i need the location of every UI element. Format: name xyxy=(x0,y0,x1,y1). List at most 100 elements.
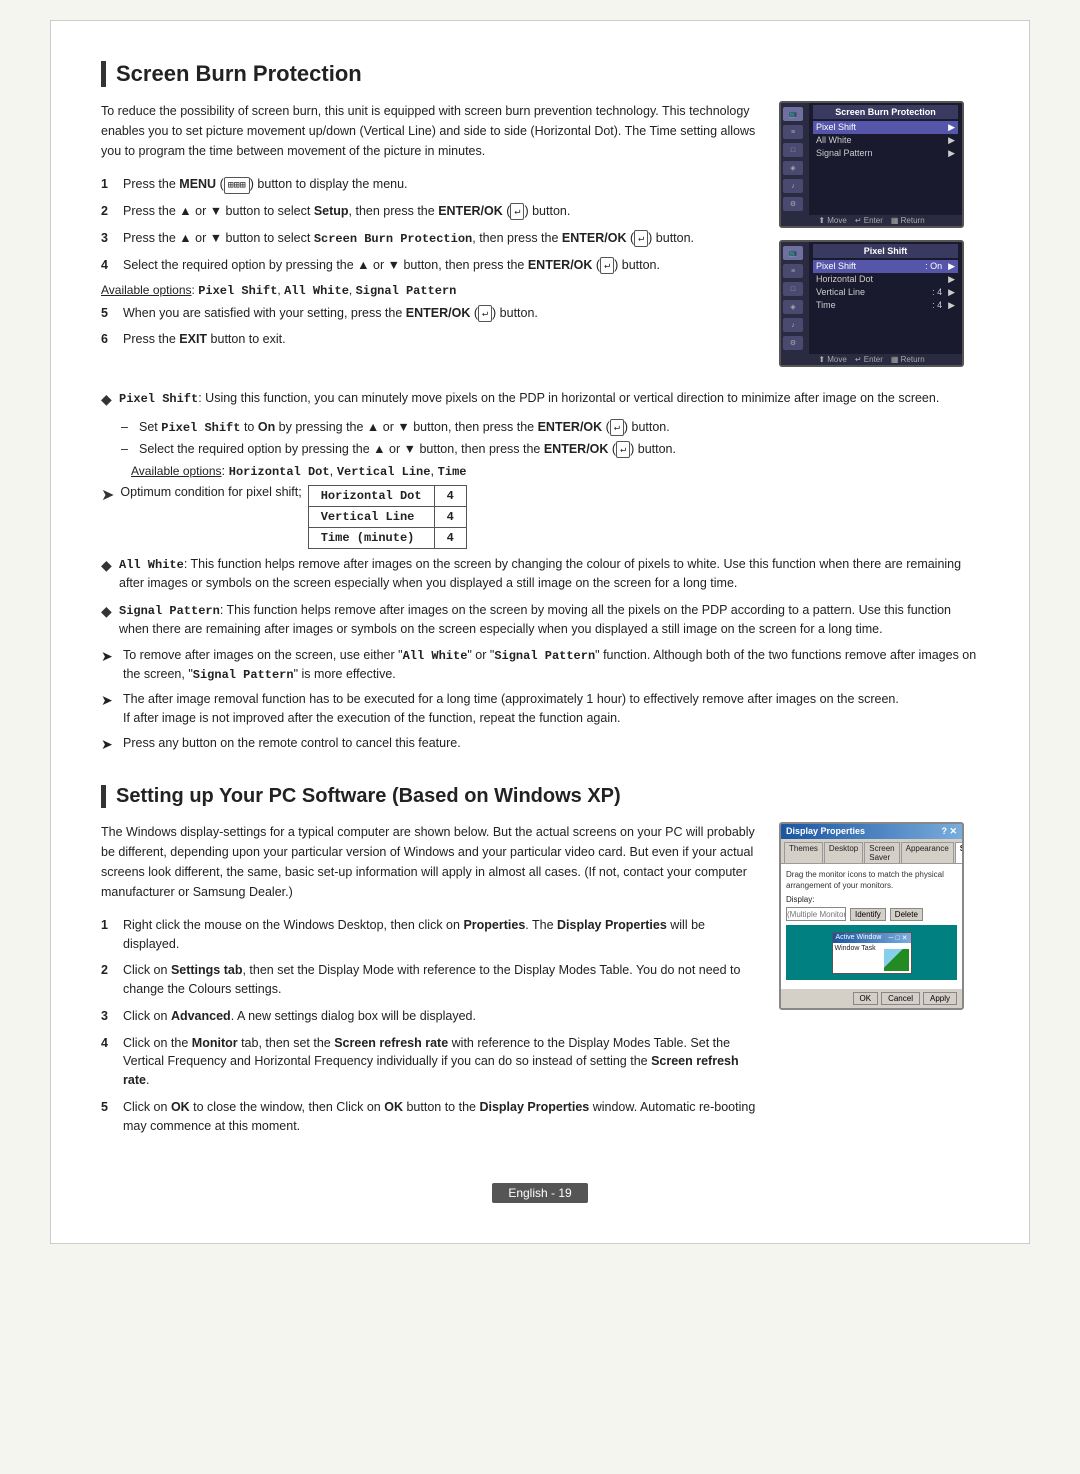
pc-steps-list: 1 Right click the mouse on the Windows D… xyxy=(101,916,759,1136)
tv-content-1: Screen Burn Protection Pixel Shift▶ All … xyxy=(809,103,962,215)
tv-icon-1: 📺 xyxy=(783,107,803,121)
dp-tabs: Themes Desktop Screen Saver Appearance S… xyxy=(781,839,962,864)
dp-apply-btn[interactable]: Apply xyxy=(923,992,957,1005)
tv-icon-2-3: □ xyxy=(783,282,803,296)
tv-icon-2-4: ◈ xyxy=(783,300,803,314)
table-cell-hd-label: Horizontal Dot xyxy=(308,485,434,506)
dp-preview: Active Window ─ □ ✕ Window Task xyxy=(786,925,957,980)
sub-bullet-1: – Set Pixel Shift to On by pressing the … xyxy=(121,418,979,437)
steps-list-2: 5 When you are satisfied with your setti… xyxy=(101,304,759,350)
table-cell-time-val: 4 xyxy=(434,527,466,548)
tv-item-signal-pattern: Signal Pattern▶ xyxy=(813,147,958,160)
step-1: 1 Press the MENU (⊞⊞⊞) button to display… xyxy=(101,175,759,194)
pc-right: Display Properties ? ✕ Themes Desktop Sc… xyxy=(779,822,979,1144)
avail-options-1: Available options: Pixel Shift, All Whit… xyxy=(101,283,759,298)
tv-icon-6: ⚙ xyxy=(783,197,803,211)
tv-icon-3: □ xyxy=(783,143,803,157)
dp-tab-themes[interactable]: Themes xyxy=(784,842,823,863)
dp-win-body: Window Task xyxy=(833,943,911,973)
dp-tab-desktop[interactable]: Desktop xyxy=(824,842,863,863)
section-screen-burn: Screen Burn Protection To reduce the pos… xyxy=(101,61,979,755)
tv-icon-2-1: 📺 xyxy=(783,246,803,260)
pc-step-1: 1 Right click the mouse on the Windows D… xyxy=(101,916,759,954)
pc-left: The Windows display-settings for a typic… xyxy=(101,822,759,1144)
table-cell-time-label: Time (minute) xyxy=(308,527,434,548)
page: Screen Burn Protection To reduce the pos… xyxy=(50,20,1030,1244)
section2-intro: The Windows display-settings for a typic… xyxy=(101,822,759,902)
tv-item-vl: Vertical Line: 4▶ xyxy=(813,286,958,299)
tv-sidebar-2: 📺 ≡ □ ◈ ♪ ⚙ xyxy=(781,242,809,354)
steps-list: 1 Press the MENU (⊞⊞⊞) button to display… xyxy=(101,175,759,275)
tv-item-ps: Pixel Shift: On▶ xyxy=(813,260,958,273)
step-6: 6 Press the EXIT button to exit. xyxy=(101,330,759,349)
dp-window-controls: ? ✕ xyxy=(941,826,957,837)
table-cell-vl-val: 4 xyxy=(434,506,466,527)
display-properties-window: Display Properties ? ✕ Themes Desktop Sc… xyxy=(779,822,964,1010)
tv-icon-2-2: ≡ xyxy=(783,264,803,278)
tv-icon-4: ◈ xyxy=(783,161,803,175)
section2-title: Setting up Your PC Software (Based on Wi… xyxy=(101,785,979,808)
dp-body-text: Drag the monitor icons to match the phys… xyxy=(786,869,957,891)
note-1: ➤ To remove after images on the screen, … xyxy=(101,646,979,684)
pc-step-3: 3 Click on Advanced. A new settings dial… xyxy=(101,1007,759,1026)
dp-active-window: Active Window ─ □ ✕ Window Task xyxy=(832,932,912,974)
table-cell-hd-val: 4 xyxy=(434,485,466,506)
dp-cancel-btn[interactable]: Cancel xyxy=(881,992,920,1005)
section1-title: Screen Burn Protection xyxy=(101,61,979,87)
tv-icon-2-6: ⚙ xyxy=(783,336,803,350)
step-3: 3 Press the ▲ or ▼ button to select Scre… xyxy=(101,229,759,248)
tv-screen-1: 📺 ≡ □ ◈ ♪ ⚙ Screen Burn Protection Pixel… xyxy=(779,101,964,228)
table-row-vl: Vertical Line 4 xyxy=(308,506,466,527)
tv-item-pixel-shift: Pixel Shift▶ xyxy=(813,121,958,134)
section1-intro: To reduce the possibility of screen burn… xyxy=(101,101,759,161)
note-2: ➤ The after image removal function has t… xyxy=(101,690,979,728)
dp-ok-btn[interactable]: OK xyxy=(853,992,879,1005)
page-footer: English - 19 xyxy=(101,1173,979,1203)
tv-footer-2: ⬆ Move ↵ Enter ▦ Return xyxy=(781,354,962,365)
pc-step-4: 4 Click on the Monitor tab, then set the… xyxy=(101,1034,759,1090)
table-row-hd: Horizontal Dot 4 xyxy=(308,485,466,506)
dp-title: Display Properties xyxy=(786,826,865,836)
dp-win-task: Window Task xyxy=(835,945,876,952)
dp-display-label: Display: xyxy=(786,895,814,904)
table-row-time: Time (minute) 4 xyxy=(308,527,466,548)
tv-item-time: Time: 4▶ xyxy=(813,299,958,312)
dp-tab-settings[interactable]: Settings xyxy=(955,842,964,863)
dp-label-row: Display: xyxy=(786,895,957,904)
tv-item-hd: Horizontal Dot▶ xyxy=(813,273,958,286)
tv-icon-5: ♪ xyxy=(783,179,803,193)
tv-icon-2-5: ♪ xyxy=(783,318,803,332)
tv-header-1: Screen Burn Protection xyxy=(813,105,958,119)
dp-win-btns: ─ □ ✕ xyxy=(889,934,908,942)
step-2: 2 Press the ▲ or ▼ button to select Setu… xyxy=(101,202,759,221)
dp-titlebar: Display Properties ? ✕ xyxy=(781,824,962,839)
tv-screen-2: 📺 ≡ □ ◈ ♪ ⚙ Pixel Shift Pixel Shift: On▶… xyxy=(779,240,964,367)
steps-left: To reduce the possibility of screen burn… xyxy=(101,101,759,379)
tv-header-2: Pixel Shift xyxy=(813,244,958,258)
dp-footer: OK Cancel Apply xyxy=(781,989,962,1008)
dp-win-titlebar: Active Window ─ □ ✕ xyxy=(833,933,911,943)
pc-section-area: The Windows display-settings for a typic… xyxy=(101,822,979,1144)
dp-identify-btn[interactable]: Identify xyxy=(850,908,886,921)
tv-item-all-white: All White▶ xyxy=(813,134,958,147)
tv-icon-2: ≡ xyxy=(783,125,803,139)
tv-footer-1: ⬆ Move ↵ Enter ▦ Return xyxy=(781,215,962,226)
dp-win-image xyxy=(884,949,909,971)
dp-display-input[interactable] xyxy=(786,907,846,921)
bullet-section: ◆ Pixel Shift: Using this function, you … xyxy=(101,389,979,755)
pc-step-2: 2 Click on Settings tab, then set the Di… xyxy=(101,961,759,999)
bullet-signal-pattern: ◆ Signal Pattern: This function helps re… xyxy=(101,601,979,639)
step-4: 4 Select the required option by pressing… xyxy=(101,256,759,275)
page-footer-label: English - 19 xyxy=(492,1183,587,1203)
pixel-table: Horizontal Dot 4 Vertical Line 4 Time (m… xyxy=(308,485,467,549)
bullet-all-white: ◆ All White: This function helps remove … xyxy=(101,555,979,593)
bullet-pixel-shift: ◆ Pixel Shift: Using this function, you … xyxy=(101,389,979,410)
tv-screens: 📺 ≡ □ ◈ ♪ ⚙ Screen Burn Protection Pixel… xyxy=(779,101,979,379)
sub-bullet-2: – Select the required option by pressing… xyxy=(121,440,979,459)
dp-tab-screensaver[interactable]: Screen Saver xyxy=(864,842,899,863)
dp-delete-btn[interactable]: Delete xyxy=(890,908,923,921)
dp-tab-appearance[interactable]: Appearance xyxy=(901,842,954,863)
section-pc-software: Setting up Your PC Software (Based on Wi… xyxy=(101,785,979,1144)
pc-step-5: 5 Click on OK to close the window, then … xyxy=(101,1098,759,1136)
step-5: 5 When you are satisfied with your setti… xyxy=(101,304,759,323)
